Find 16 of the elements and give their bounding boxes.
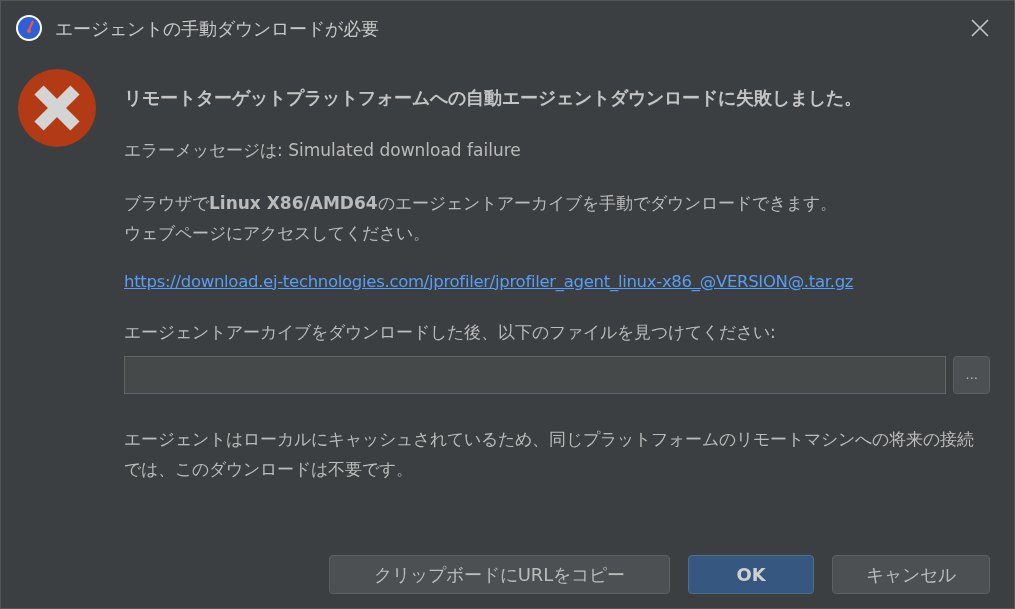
cache-note: エージェントはローカルにキャッシュされているため、同じプラットフォームのリモートマシンへの将来の接続では、このダウンロードは不要です。 — [124, 427, 975, 481]
file-path-field[interactable] — [124, 355, 947, 394]
dialog-button[interactable]: キャンセル — [832, 555, 990, 594]
browse-button[interactable]: ... — [953, 355, 990, 394]
download-link[interactable]: https://download.ej-technologies.com/jprofiler/jprofiler_agent_linux-x86_@VERSION@.tar.gz — [124, 269, 990, 295]
instruction-text: ブラウザでLinux X86/AMD64のエージェントアーカイブを手動でダウンロードできます。 — [124, 191, 838, 215]
instruction-text: ウェブページにアクセスしてください。 — [124, 221, 431, 245]
error-icon — [17, 68, 97, 148]
file-label: エージェントアーカイブをダウンロードした後、以下のファイルを見つけてください: — [124, 321, 777, 345]
dialog-button[interactable]: クリップボードにURLをコピー — [329, 555, 670, 594]
window-title: エージェントの手動ダウンロードが必要 — [55, 16, 380, 41]
app-logo-icon — [15, 14, 43, 42]
close-icon[interactable] — [970, 18, 990, 38]
error-heading: リモートターゲットプラットフォームへの自動エージェントダウンロードに失敗しました。 — [124, 86, 863, 110]
ok-button[interactable]: OK — [688, 555, 814, 594]
error-message: エラーメッセージは: Simulated download failure — [124, 139, 522, 162]
